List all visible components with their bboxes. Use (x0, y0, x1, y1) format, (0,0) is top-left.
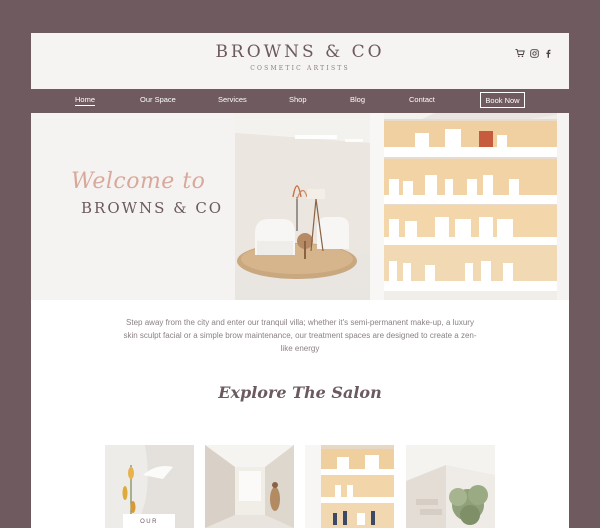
nav-item-services[interactable]: Services (218, 95, 247, 104)
facebook-icon[interactable] (543, 48, 553, 58)
hero-brand-name: BROWNS & CO (81, 199, 224, 217)
explore-salon-heading: Explore The Salon (218, 383, 382, 402)
salon-hero-image (235, 113, 569, 300)
gallery-tile[interactable]: OUR (105, 445, 194, 528)
gallery-tile[interactable] (205, 445, 294, 528)
instagram-icon[interactable] (529, 48, 539, 58)
brand-name: BROWNS & CO (215, 42, 385, 62)
welcome-script: Welcome to (71, 169, 206, 194)
header-icons (515, 48, 553, 58)
brand-tagline: COSMETIC ARTISTS (250, 65, 350, 72)
site-header: BROWNS & CO COSMETIC ARTISTS (31, 33, 569, 89)
hero-text-panel: Welcome to BROWNS & CO (31, 113, 235, 300)
gallery-tile[interactable] (406, 445, 495, 528)
nav-item-shop[interactable]: Shop (289, 95, 307, 104)
main-nav: Home Our Space Services Shop Blog Contac… (31, 89, 569, 113)
nav-item-home[interactable]: Home (75, 95, 96, 106)
brand-logo[interactable]: BROWNS & CO COSMETIC ARTISTS (31, 42, 569, 72)
salon-gallery: OUR (105, 445, 495, 528)
nav-item-blog[interactable]: Blog (350, 95, 365, 104)
book-now-button[interactable]: Book Now (480, 92, 525, 108)
page: BROWNS & CO COSMETIC ARTISTS Home Our Sp… (31, 33, 569, 528)
gallery-tile[interactable] (305, 445, 394, 528)
nav-item-our-space[interactable]: Our Space (140, 95, 176, 104)
intro-paragraph: Step away from the city and enter our tr… (123, 318, 477, 353)
gallery-tile-label: OUR (123, 514, 175, 528)
cart-icon[interactable] (515, 48, 525, 58)
hero-section: Welcome to BROWNS & CO (31, 113, 569, 300)
nav-item-contact[interactable]: Contact (409, 95, 435, 104)
